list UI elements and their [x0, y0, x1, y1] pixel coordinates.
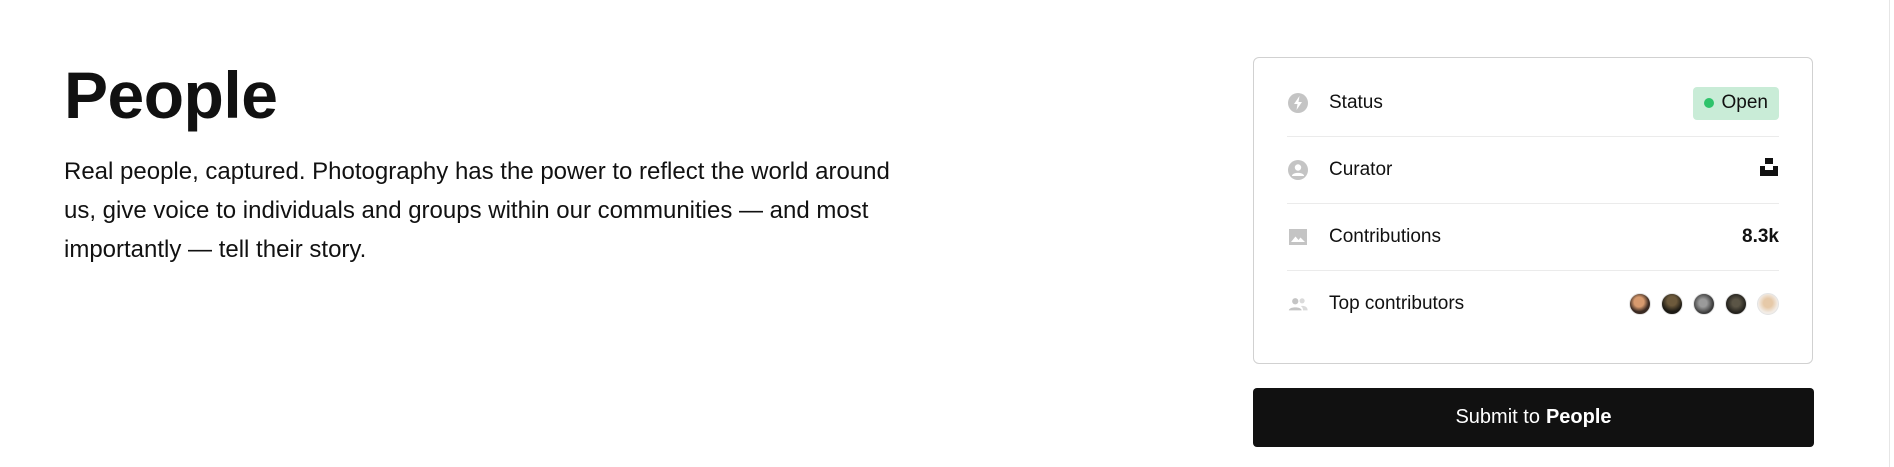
- contributions-label: Contributions: [1329, 226, 1441, 247]
- status-row: Status Open: [1287, 70, 1779, 137]
- page-scrollbar[interactable]: [1889, 0, 1894, 467]
- top-contributors-row: Top contributors: [1287, 271, 1779, 337]
- status-value: Open: [1692, 86, 1779, 120]
- contributions-row: Contributions 8.3k: [1287, 204, 1779, 271]
- contributor-avatar[interactable]: [1661, 293, 1683, 315]
- contributor-avatar[interactable]: [1629, 293, 1651, 315]
- status-badge: Open: [1692, 86, 1779, 120]
- status-text: Open: [1721, 92, 1768, 113]
- contributions-value: 8.3k: [1742, 226, 1779, 247]
- topic-page: People Real people, captured. Photograph…: [0, 0, 1894, 467]
- contributor-avatar[interactable]: [1725, 293, 1747, 315]
- contributor-avatar[interactable]: [1757, 293, 1779, 315]
- curator-row: Curator: [1287, 137, 1779, 204]
- submit-button-prefix: Submit to: [1455, 406, 1540, 428]
- status-label: Status: [1329, 92, 1383, 113]
- submit-button-topic: People: [1545, 406, 1612, 428]
- unsplash-logo-icon: [1760, 158, 1778, 176]
- contributor-avatar[interactable]: [1693, 293, 1715, 315]
- bolt-circle-icon: [1287, 92, 1309, 114]
- topic-description: Real people, captured. Photography has t…: [64, 158, 890, 263]
- top-contributors-avatars: [1619, 293, 1779, 315]
- person-circle-icon: [1287, 159, 1309, 181]
- curator-label: Curator: [1329, 159, 1393, 180]
- curator-logo-link[interactable]: [1759, 157, 1779, 183]
- people-icon: [1287, 293, 1309, 315]
- topic-info-card: Status Open Curator Contributions 8.3k T…: [1253, 57, 1813, 364]
- status-dot: [1703, 98, 1714, 108]
- image-icon: [1287, 226, 1309, 248]
- top-contributors-label: Top contributors: [1329, 293, 1465, 314]
- submit-to-topic-button[interactable]: Submit to People: [1253, 388, 1814, 447]
- page-title: People: [64, 58, 278, 132]
